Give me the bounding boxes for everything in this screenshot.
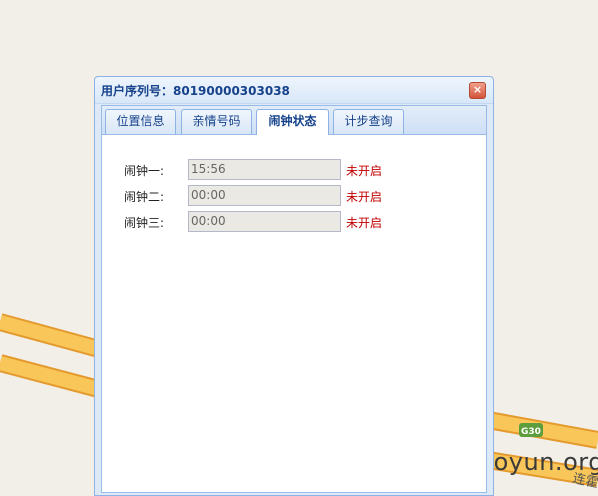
- dialog-title: 用户序列号：80190000303038: [101, 84, 290, 98]
- dialog-header[interactable]: 用户序列号：80190000303038 ×: [95, 77, 493, 104]
- tab-strip: 位置信息 亲情号码 闹钟状态 计步查询: [102, 106, 486, 135]
- tab-alarm-status[interactable]: 闹钟状态: [256, 109, 329, 135]
- alarm-status-text: 未开启: [346, 164, 383, 178]
- alarm-label: 闹钟二:: [124, 190, 165, 204]
- tab-label: 亲情号码: [192, 114, 241, 128]
- close-button[interactable]: ×: [469, 82, 486, 99]
- close-icon: ×: [472, 83, 483, 96]
- road-badge-text: G30: [521, 427, 541, 437]
- device-info-dialog: 用户序列号：80190000303038 × 位置信息 亲情号码 闹钟状态 计步…: [94, 76, 494, 496]
- alarm-status-text: 未开启: [346, 216, 383, 230]
- alarm-time-field[interactable]: 15:56: [188, 159, 341, 180]
- tab-label: 计步查询: [344, 114, 393, 128]
- tab-label: 位置信息: [116, 114, 165, 128]
- alarm-status-text: 未开启: [346, 190, 383, 204]
- alarm-time-field[interactable]: 00:00: [188, 211, 341, 232]
- tab-step-query[interactable]: 计步查询: [333, 109, 404, 134]
- tab-family-numbers[interactable]: 亲情号码: [181, 109, 252, 134]
- tab-location-info[interactable]: 位置信息: [105, 109, 176, 134]
- alarm-time-field[interactable]: 00:00: [188, 185, 341, 206]
- tab-panel: 位置信息 亲情号码 闹钟状态 计步查询 闹钟一: 15:56 未开启 闹钟二: …: [101, 105, 487, 493]
- tab-label: 闹钟状态: [268, 114, 317, 128]
- alarm-label: 闹钟三:: [124, 216, 165, 230]
- alarm-label: 闹钟一:: [124, 164, 165, 178]
